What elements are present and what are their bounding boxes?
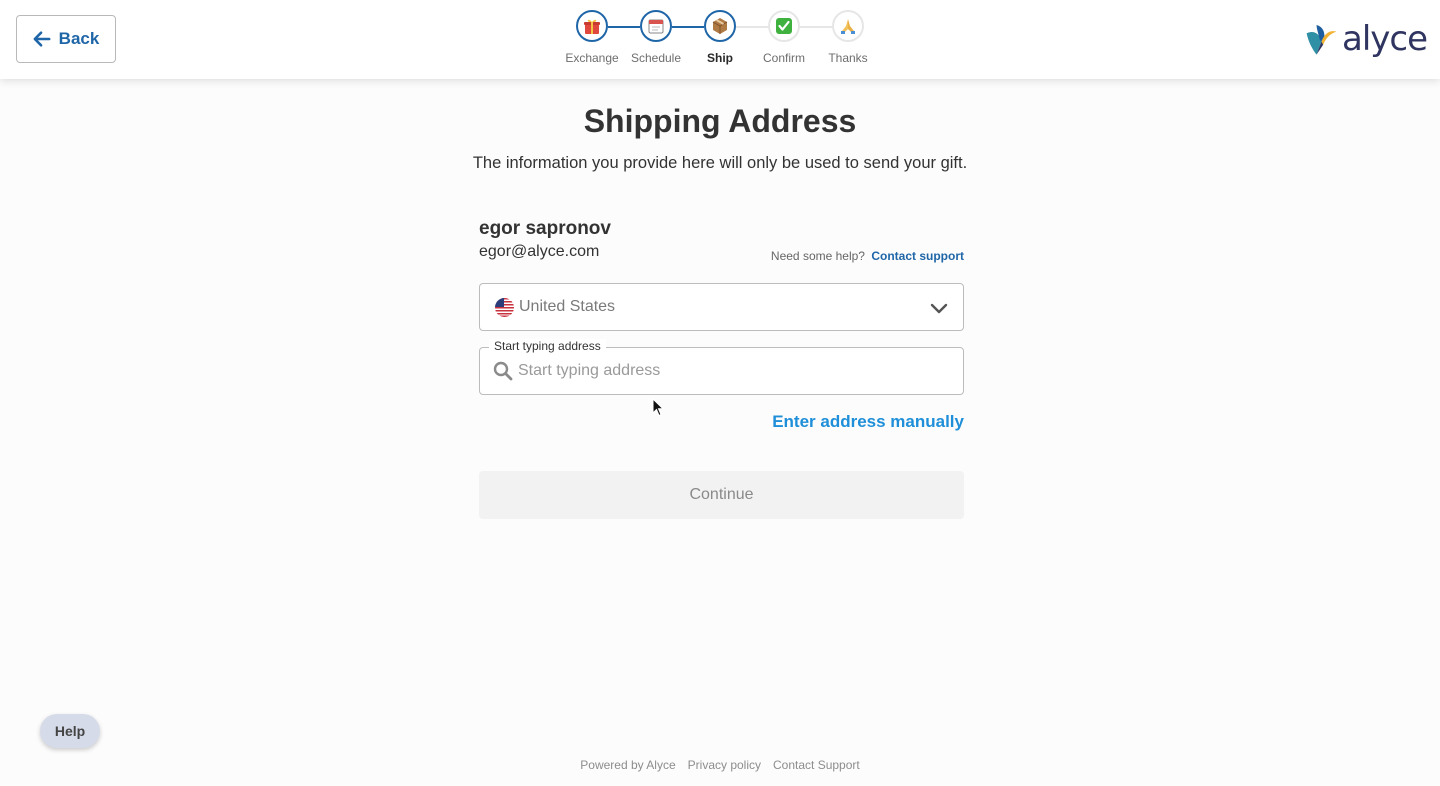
powered-by-link[interactable]: Powered by Alyce	[580, 758, 675, 772]
step-thanks-marker	[832, 10, 864, 42]
hummingbird-icon	[1306, 24, 1337, 55]
us-flag-icon	[495, 297, 514, 317]
step-thanks: Thanks	[813, 10, 883, 65]
help-button[interactable]: Help	[40, 714, 100, 748]
checkmark-icon	[776, 18, 792, 34]
address-search-field: Start typing address	[479, 339, 964, 395]
step-ship-marker	[704, 10, 736, 42]
step-confirm-marker	[768, 10, 800, 42]
footer: Powered by Alyce Privacy policy Contact …	[0, 758, 1440, 772]
address-field-label: Start typing address	[489, 339, 606, 353]
mouse-cursor-icon	[652, 398, 665, 417]
privacy-policy-link[interactable]: Privacy policy	[688, 758, 761, 772]
contact-support-link[interactable]: Contact support	[871, 249, 964, 263]
step-exchange: Exchange	[557, 10, 627, 65]
page-subtitle: The information you provide here will on…	[472, 154, 968, 172]
step-confirm: Confirm	[749, 10, 819, 65]
country-value: United States	[519, 298, 616, 315]
step-ship: Ship	[685, 10, 755, 65]
logo-wordmark: alyce	[1341, 19, 1428, 59]
gift-icon	[584, 19, 600, 34]
alyce-logo: alyce	[1305, 17, 1428, 61]
footer-contact-support-link[interactable]: Contact Support	[773, 758, 860, 772]
progress-stepper: Exchange Schedule Ship Confirm Thanks	[0, 0, 1440, 79]
help-prompt-text: Need some help?	[770, 249, 865, 263]
enter-address-manually-link[interactable]: Enter address manually	[772, 412, 964, 432]
page-title: Shipping Address	[583, 103, 857, 139]
calendar-icon	[648, 19, 664, 34]
recipient-name: egor sapronov	[479, 218, 611, 239]
package-icon	[712, 18, 728, 34]
continue-button[interactable]: Continue	[479, 471, 964, 519]
help-prompt: Need some help? Contact support	[771, 249, 964, 263]
step-schedule-label: Schedule	[630, 51, 682, 65]
recipient-email: egor@alyce.com	[479, 243, 600, 260]
step-confirm-label: Confirm	[762, 51, 805, 65]
praying-hands-icon	[841, 19, 855, 34]
address-search-input[interactable]	[518, 362, 938, 380]
step-exchange-label: Exchange	[565, 51, 619, 65]
step-ship-label: Ship	[707, 51, 733, 65]
step-thanks-label: Thanks	[828, 51, 868, 65]
chevron-down-icon	[930, 303, 948, 314]
search-icon	[493, 361, 513, 381]
step-schedule-marker	[640, 10, 672, 42]
country-select[interactable]: United States	[479, 283, 964, 331]
step-schedule: Schedule	[621, 10, 691, 65]
top-header: Back Exchange Schedule Ship Confirm Than…	[0, 0, 1440, 79]
step-exchange-marker	[576, 10, 608, 42]
